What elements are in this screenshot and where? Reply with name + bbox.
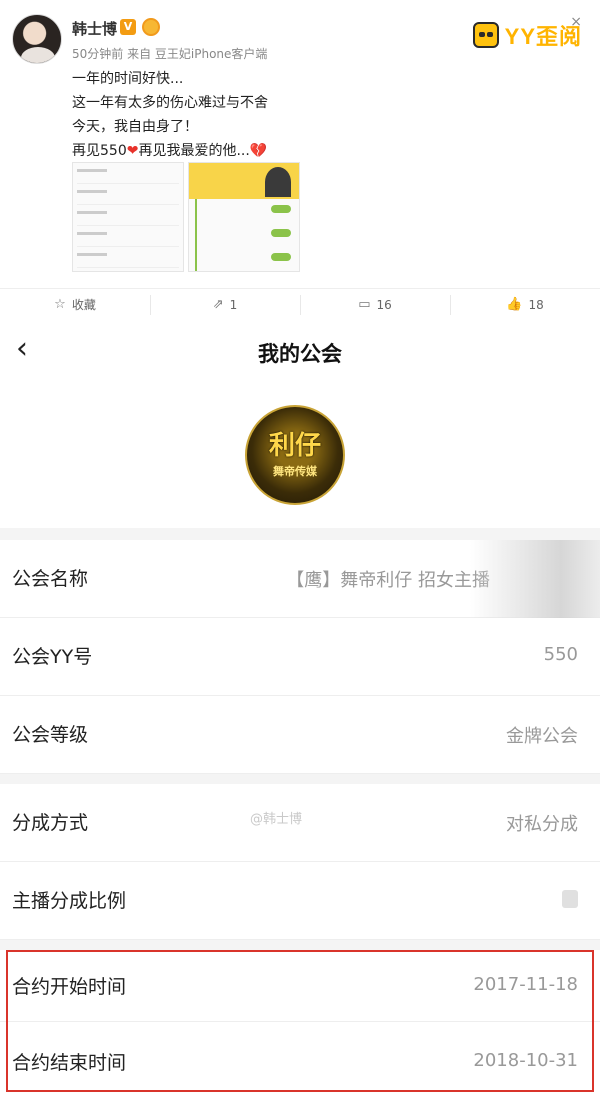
repost-count: 1 <box>229 297 238 312</box>
row-label: 主播分成比例 <box>12 890 127 912</box>
row-anchor-ratio[interactable]: 主播分成比例 <box>0 862 600 940</box>
close-icon[interactable]: × <box>570 14 582 30</box>
like-button[interactable]: 👍 18 <box>450 289 600 320</box>
favorite-label: 收藏 <box>71 298 96 312</box>
avatar[interactable] <box>12 14 62 64</box>
weibo-post: 韩士博 V 50分钟前 来自 豆王妃iPhone客户端 一年的时间好快... 这… <box>0 0 600 288</box>
red-highlight-box <box>6 950 594 1092</box>
author-name[interactable]: 韩士博 <box>72 18 117 39</box>
post-text: 一年的时间好快... 这一年有太多的伤心难过与不舍 今天，我自由身了！ 再见55… <box>72 67 268 163</box>
row-label: 分成方式 <box>12 812 89 834</box>
post-line: 一年的时间好快... <box>72 71 184 87</box>
post-line: 再见550❤再见我最爱的他...💔 <box>72 139 268 163</box>
yy-mascot-icon <box>472 22 499 48</box>
favorite-button[interactable]: ☆ 收藏 <box>0 289 150 320</box>
post-line: 今天，我自由身了！ <box>72 119 198 135</box>
post-image-thumbnail[interactable] <box>188 162 300 272</box>
row-value: 550 <box>543 644 578 665</box>
row-guild-level[interactable]: 公会等级 金牌公会 <box>0 696 600 774</box>
yy-logo: YY歪阅 <box>472 20 582 50</box>
like-count: 18 <box>528 297 544 312</box>
page-title: 我的公会 <box>258 342 342 366</box>
nav-bar: ‹ 我的公会 <box>0 320 600 384</box>
star-icon: ☆ <box>54 297 66 312</box>
weibo-watermark: @韩士博 <box>250 812 303 827</box>
section-divider <box>0 774 600 784</box>
repost-button[interactable]: ⇗ 1 <box>150 289 300 320</box>
row-label: 公会名称 <box>12 568 89 590</box>
screenshot: 韩士博 V 50分钟前 来自 豆王妃iPhone客户端 一年的时间好快... 这… <box>0 0 600 1097</box>
broken-heart-icon: 💔 <box>249 143 268 159</box>
post-line-part: 再见我最爱的他... <box>138 143 250 159</box>
heart-icon: ❤ <box>126 143 139 159</box>
post-meta: 50分钟前 来自 豆王妃iPhone客户端 <box>72 47 268 61</box>
blurred-region <box>470 540 600 618</box>
post-action-bar: ☆ 收藏 ⇗ 1 ▭ 16 👍 18 <box>0 288 600 320</box>
row-label: 公会等级 <box>12 724 89 746</box>
row-guild-yy[interactable]: 公会YY号 550 <box>0 618 600 696</box>
row-value: 【鹰】舞帝利仔 招女主播 <box>286 570 490 591</box>
section-divider <box>0 528 600 540</box>
row-label: 公会YY号 <box>12 646 93 668</box>
section-divider <box>0 940 600 950</box>
post-line: 这一年有太多的伤心难过与不舍 <box>72 95 268 111</box>
share-icon: ⇗ <box>212 297 224 312</box>
row-value: 金牌公会 <box>506 726 578 747</box>
vip-icon <box>142 18 160 36</box>
row-value: 对私分成 <box>506 814 578 835</box>
post-line-part: 再见550 <box>72 143 127 159</box>
comment-button[interactable]: ▭ 16 <box>300 289 450 320</box>
verified-badge: V <box>120 19 136 35</box>
like-icon: 👍 <box>506 297 523 312</box>
post-image-thumbnail[interactable] <box>72 162 184 272</box>
blurred-value <box>562 890 578 908</box>
comment-count: 16 <box>376 297 392 312</box>
guild-logo: 利仔 舞帝传媒 <box>245 405 345 505</box>
guild-logo-subtext: 舞帝传媒 <box>273 465 317 478</box>
row-guild-name[interactable]: 公会名称 【鹰】舞帝利仔 招女主播 <box>0 540 600 618</box>
comment-icon: ▭ <box>358 297 371 312</box>
guild-logo-text: 利仔 <box>268 431 321 461</box>
